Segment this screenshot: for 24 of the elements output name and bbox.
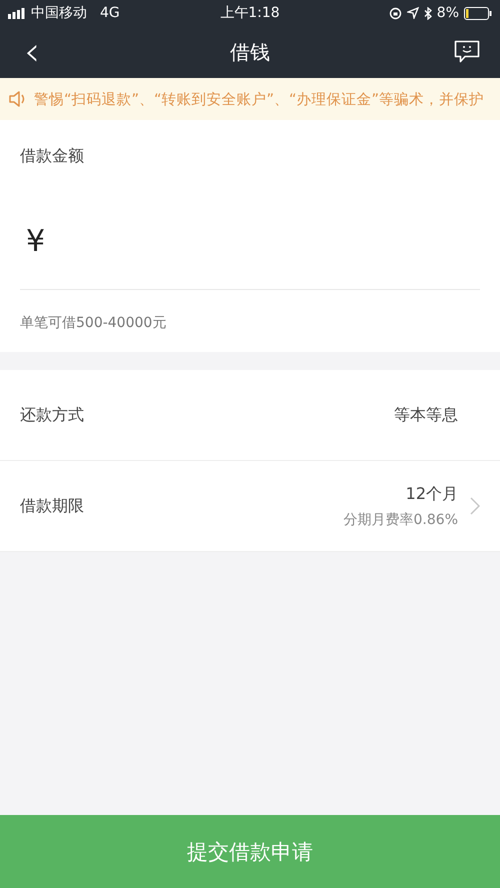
option-row[interactable]: 还款方式 等本等息 [0, 370, 500, 461]
amount-label: 借款金额 [20, 146, 85, 167]
notice-text: 警惕“扫码退款”、“转账到安全账户”、“办理保证金”等骗术，并保护 [34, 90, 484, 108]
currency-symbol: ¥ [26, 224, 46, 258]
signal-icon [8, 8, 26, 18]
option-row[interactable]: 借款期限 12个月 分期月费率0.86% [0, 461, 500, 552]
battery-percent: 8% [436, 5, 459, 21]
back-button[interactable]: ‹ [20, 32, 44, 72]
bluetooth-icon [424, 6, 432, 20]
rotation-lock-icon [388, 6, 402, 20]
amount-field[interactable]: ¥ [20, 193, 480, 290]
chat-icon[interactable] [454, 40, 480, 64]
row-value: 等本等息 [394, 404, 458, 426]
location-icon [406, 7, 419, 19]
page-title: 借钱 [230, 38, 270, 66]
battery-icon [464, 6, 492, 20]
amount-hint: 单笔可借500-40000元 [20, 314, 168, 332]
row-value: 12个月 [406, 484, 458, 504]
row-label: 还款方式 [20, 404, 84, 426]
carrier-name: 中国移动 [31, 4, 87, 22]
network-type: 4G [100, 5, 120, 21]
row-subtext: 分期月费率0.86% [344, 510, 458, 528]
status-time: 上午1:18 [220, 4, 280, 22]
row-label: 借款期限 [20, 496, 84, 516]
